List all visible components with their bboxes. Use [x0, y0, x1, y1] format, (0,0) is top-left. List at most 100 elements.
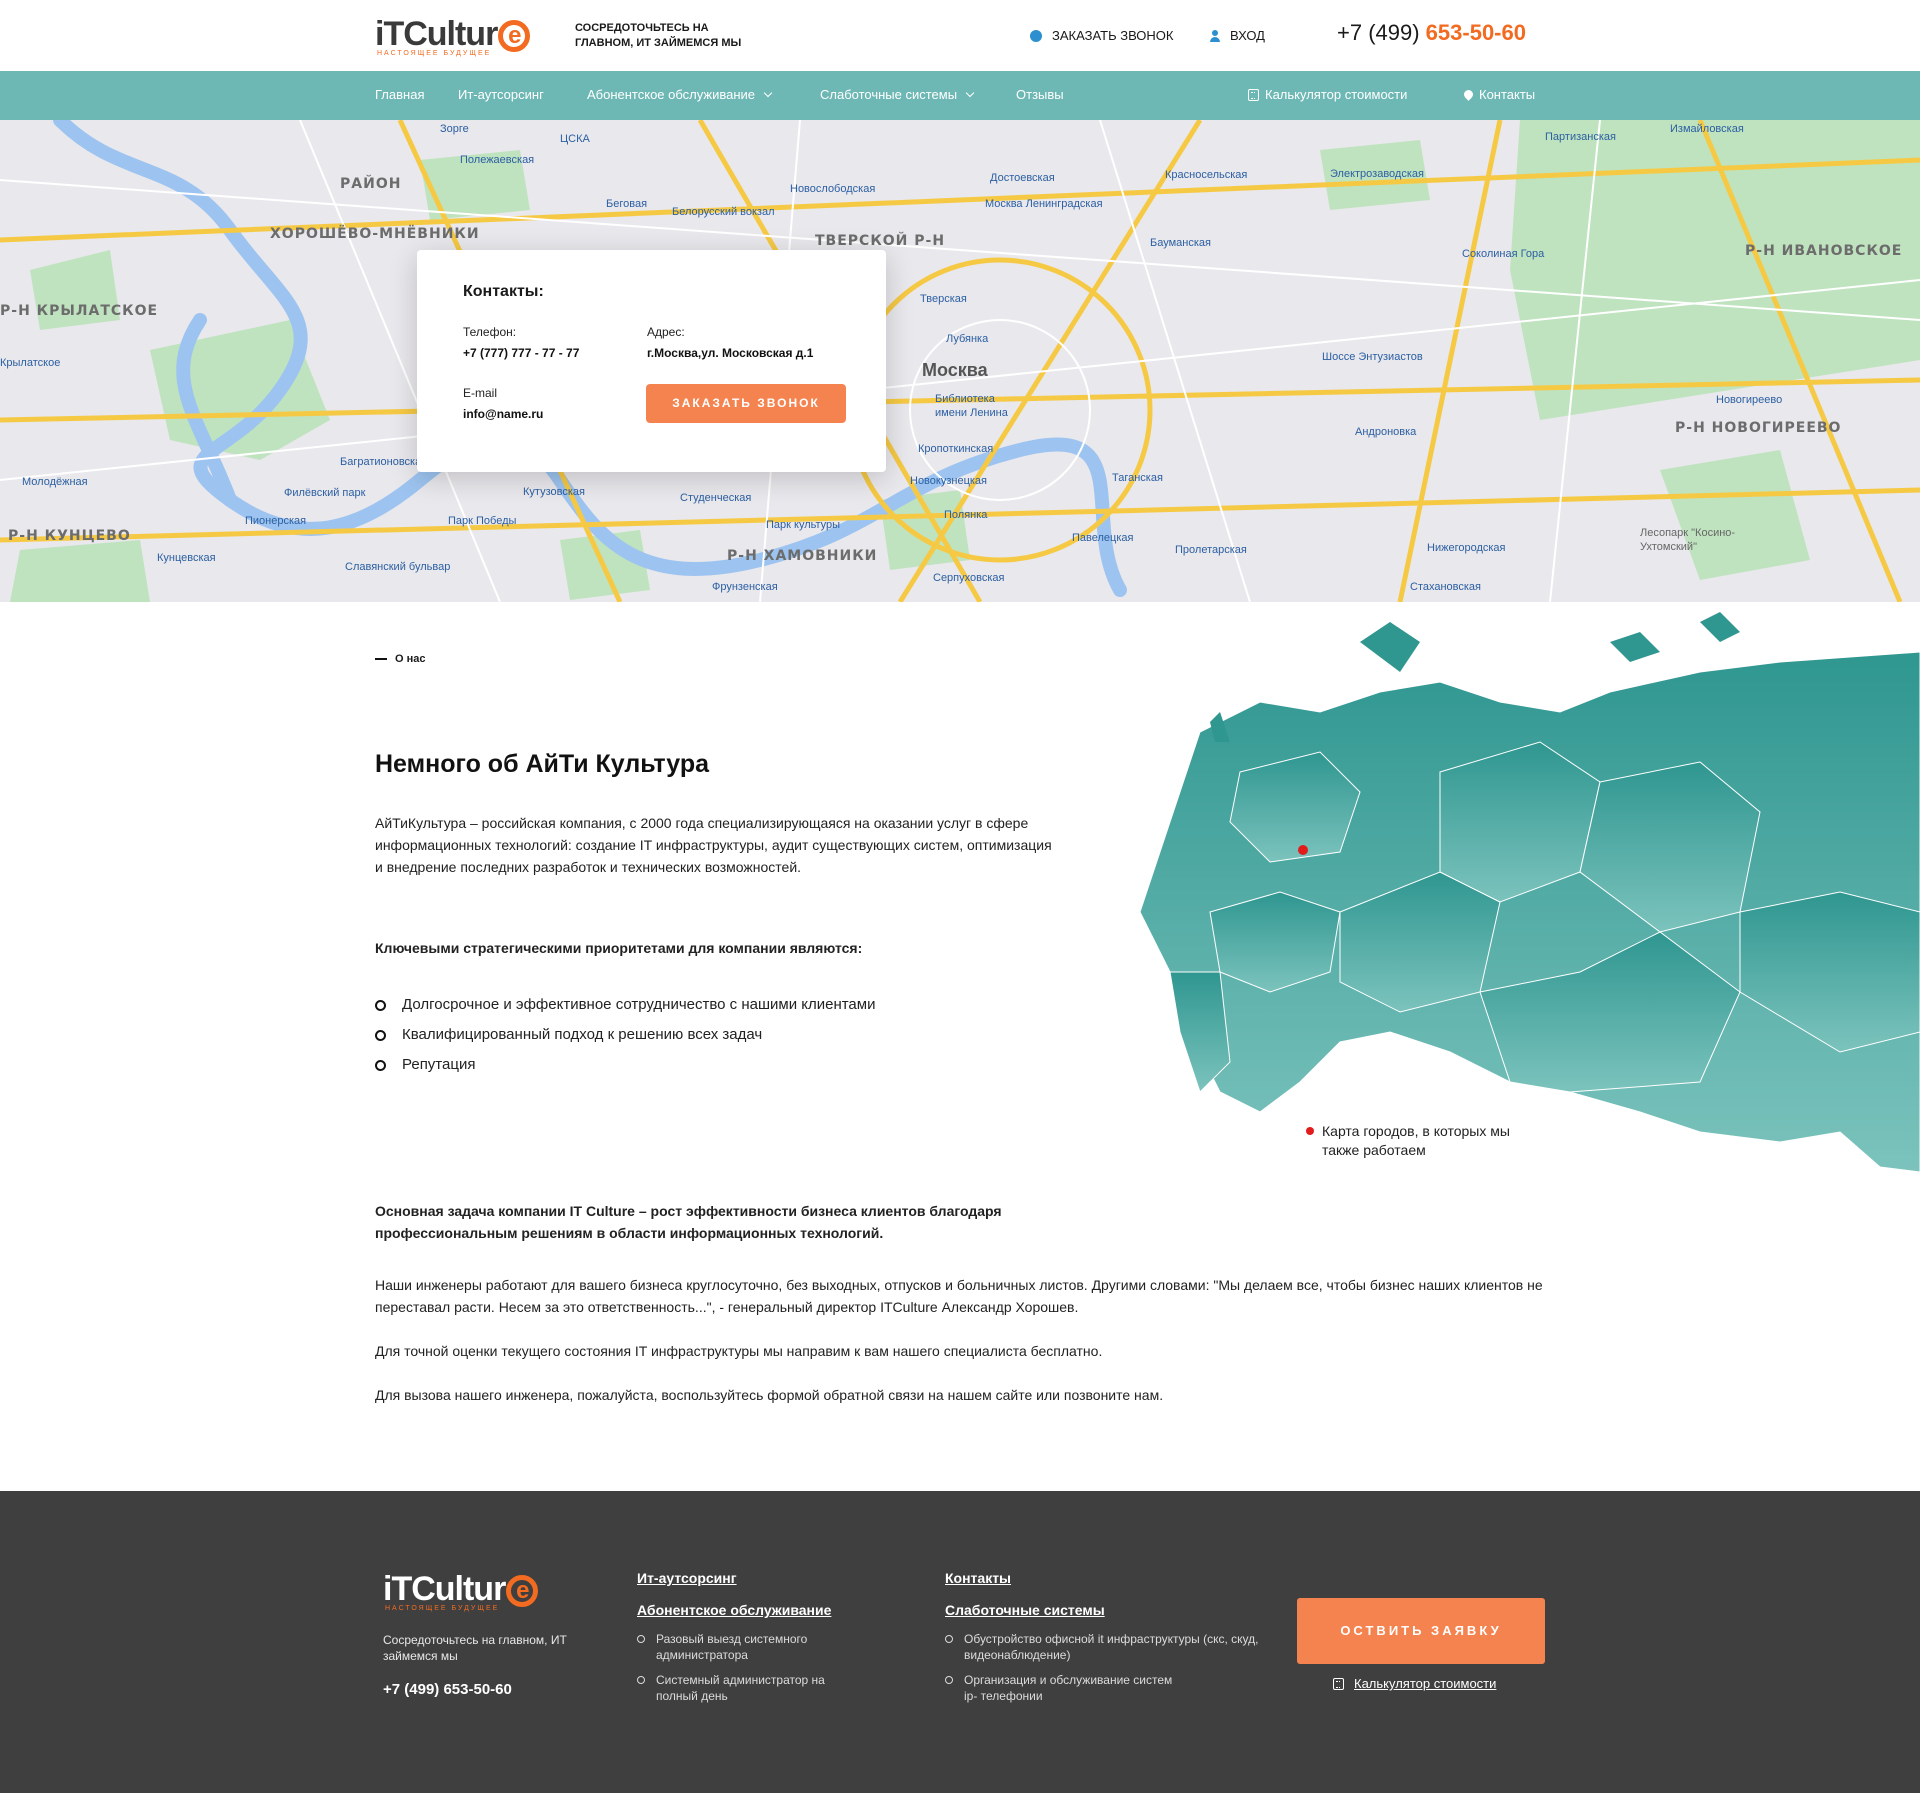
map-label: Р-Н ХАМОВНИКИ — [727, 548, 878, 564]
header-phone[interactable]: +7 (499) 653-50-60 — [1337, 20, 1526, 46]
map-label: Р-Н КУНЦЕВО — [8, 528, 131, 544]
map-label: Крылатское — [0, 357, 61, 369]
footer-phone[interactable]: +7 (499) 653-50-60 — [383, 1681, 512, 1698]
chevron-down-icon — [763, 88, 773, 97]
bullet-icon — [945, 1676, 953, 1684]
map-label: Фрунзенская — [712, 581, 778, 593]
footer-link-subscription[interactable]: Абонентское обслуживание — [637, 1602, 831, 1618]
dash-icon — [375, 658, 387, 660]
map-label: Полежаевская — [460, 154, 535, 166]
paragraph-text: Наши инженеры работают для вашего бизнес… — [375, 1277, 1543, 1315]
footer-link-item[interactable]: Обустройство офисной it инфраструктуры (… — [964, 1631, 1264, 1663]
map-label: ЦСКА — [560, 133, 590, 145]
map-label: Парк культуры — [766, 519, 841, 531]
russia-map-graphic — [1140, 612, 1920, 1173]
order-call-button[interactable]: ЗАКАЗАТЬ ЗВОНОК — [646, 384, 846, 423]
map-label: Полянка — [944, 509, 988, 521]
call-link[interactable]: ЗАКАЗАТЬ ЗВОНОК — [1030, 28, 1174, 43]
map-label: Студенческая — [680, 492, 752, 504]
nav-item-contacts[interactable]: Контакты — [1462, 87, 1536, 102]
nav-item-outsourcing[interactable]: Ит-аутсорсинг — [458, 87, 544, 102]
logo-text: iTCultur — [375, 15, 498, 53]
phone-value[interactable]: +7 (777) 777 - 77 - 77 — [463, 346, 579, 360]
map-label: Пионерская — [245, 515, 307, 527]
map-label: Кропоткинская — [918, 443, 994, 455]
map-label: Павелецкая — [1072, 532, 1134, 544]
map-label: Беговая — [606, 198, 648, 210]
breadcrumb: О нас — [375, 653, 426, 665]
leave-request-button[interactable]: ОСТВИТЬ ЗАЯВКУ — [1297, 1598, 1545, 1664]
map-label: Багратионовская — [340, 456, 428, 468]
map-label: Библиотека имени Ленина — [935, 393, 1008, 419]
footer-logo[interactable]: iTCultur e НАСТОЯЩЕЕ БУДУЩЕЕ — [383, 1569, 543, 1613]
footer-link-lowcurrent[interactable]: Слаботочные системы — [945, 1602, 1105, 1618]
phone-prefix: +7 (499) — [1337, 20, 1426, 45]
map-label: Зорге — [440, 123, 469, 135]
login-label: ВХОД — [1230, 28, 1265, 43]
nav-item-home[interactable]: Главная — [375, 87, 424, 102]
footer-link-item[interactable]: Системный администратор на полный день — [656, 1672, 856, 1704]
site-footer: iTCultur e НАСТОЯЩЕЕ БУДУЩЕЕ Сосредоточьт… — [0, 1491, 1920, 1793]
logo-subtitle: НАСТОЯЩЕЕ БУДУЩЕЕ — [385, 1605, 500, 1612]
map-label: Новогиреево — [1716, 394, 1783, 406]
login-link[interactable]: ВХОД — [1210, 28, 1265, 43]
map-label: Серпуховская — [933, 572, 1005, 584]
map-label: РАЙОН — [340, 176, 402, 192]
list-item: Квалифицированный подход к решению всех … — [375, 1025, 875, 1055]
bullet-icon — [637, 1676, 645, 1684]
nav-item-calculator[interactable]: Калькулятор стоимости — [1248, 87, 1407, 102]
intro-text: АйТиКультура – российская компания, с 20… — [375, 815, 1052, 875]
footer-link-item[interactable]: Организация и обслуживание систем ip- те… — [964, 1672, 1184, 1704]
phone-label: Телефон: — [463, 325, 517, 339]
nav-label: Ит-аутсорсинг — [458, 87, 544, 102]
map-label: Москва — [922, 360, 988, 380]
nav-label: Абонентское обслуживание — [587, 87, 756, 102]
footer-link-outsourcing[interactable]: Ит-аутсорсинг — [637, 1570, 737, 1586]
map-label: Парк Победы — [448, 515, 517, 527]
phone-main: 653-50-60 — [1425, 20, 1526, 45]
map-label: Электрозаводская — [1330, 168, 1424, 180]
nav-label: Главная — [375, 87, 425, 102]
nav-item-reviews[interactable]: Отзывы — [1016, 87, 1064, 102]
map-label: Кунцевская — [157, 552, 216, 564]
logo-text: iTCultur — [383, 1570, 506, 1608]
footer-link-contacts[interactable]: Контакты — [945, 1570, 1011, 1586]
list-item-text: Долгосрочное и эффективное сотрудничеств… — [402, 996, 876, 1013]
address-value: г.Москва,ул. Московская д.1 — [647, 346, 814, 360]
logo-e-icon: e — [498, 20, 531, 52]
priorities-heading: Ключевыми стратегическими приоритетами д… — [375, 940, 863, 956]
map-label: Р-Н КРЫЛАТСКОЕ — [0, 303, 159, 319]
map-label: Филёвский парк — [284, 487, 366, 499]
map-label: Стахановская — [1410, 581, 1482, 593]
email-value[interactable]: info@name.ru — [463, 407, 543, 421]
list-item-text: Квалифицированный подход к решению всех … — [402, 1026, 763, 1043]
logo-subtitle: НАСТОЯЩЕЕ БУДУЩЕЕ — [377, 50, 492, 57]
location-pin-icon — [1462, 88, 1475, 101]
nav-label: Контакты — [1479, 87, 1536, 102]
map-label: Андроновка — [1355, 426, 1417, 438]
map-label: Лубянка — [946, 333, 989, 345]
map-label: Белорусский вокзал — [672, 206, 775, 218]
map-label: Москва Ленинградская — [985, 198, 1103, 210]
contact-card: Контакты: Телефон: +7 (777) 777 - 77 - 7… — [417, 250, 886, 472]
city-map[interactable]: Зорге ЦСКА Полежаевская РАЙОН ХОРОШЁВО-М… — [0, 120, 1920, 602]
logo-e-icon: e — [506, 1575, 539, 1607]
nav-item-subscription[interactable]: Абонентское обслуживание — [587, 87, 773, 102]
map-label: Р-Н НОВОГИРЕЕВО — [1675, 420, 1842, 436]
call-label: ЗАКАЗАТЬ ЗВОНОК — [1052, 28, 1174, 43]
bullet-icon — [375, 1000, 386, 1011]
map-label: Измайловская — [1670, 123, 1744, 135]
nav-item-lowcurrent[interactable]: Слаботочные системы — [820, 87, 975, 102]
priorities-list: Долгосрочное и эффективное сотрудничеств… — [375, 995, 875, 1085]
map-label: ХОРОШЁВО-МНЁВНИКИ — [270, 226, 480, 242]
footer-link-item[interactable]: Разовый выезд системного администратора — [656, 1631, 856, 1663]
calculator-label: Калькулятор стоимости — [1354, 1676, 1497, 1691]
map-label: Соколиная Гора — [1462, 248, 1545, 260]
logo[interactable]: iTCultur e НАСТОЯЩЕЕ БУДУЩЕЕ — [375, 14, 535, 57]
header-tagline: СОСРЕДОТОЧЬТЕСЬ НА ГЛАВНОМ, ИТ ЗАЙМЕМСЯ … — [575, 22, 742, 49]
map-label: Шоссе Энтузиастов — [1322, 351, 1423, 363]
map-label: Достоевская — [990, 172, 1055, 184]
footer-calculator-link[interactable]: Калькулятор стоимости — [1333, 1676, 1496, 1691]
address-label: Адрес: — [647, 325, 685, 339]
bullet-icon — [375, 1030, 386, 1041]
